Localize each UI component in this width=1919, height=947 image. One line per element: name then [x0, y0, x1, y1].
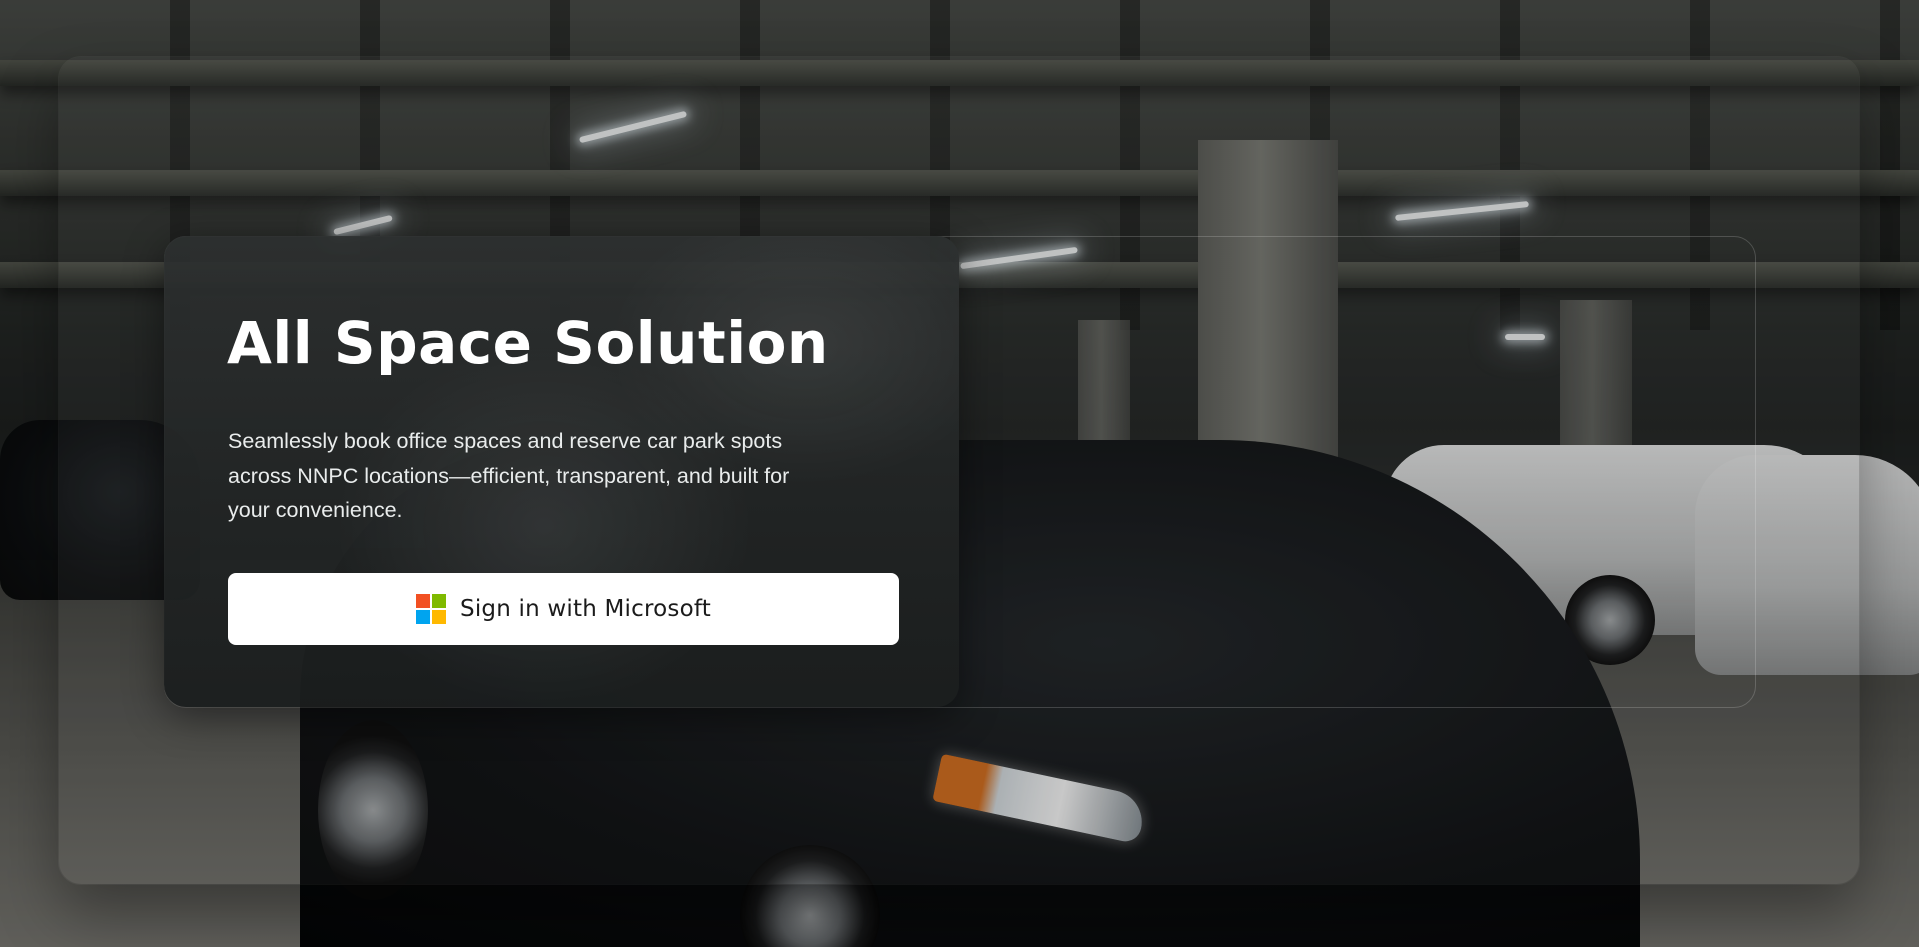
sign-in-microsoft-button[interactable]: Sign in with Microsoft	[228, 573, 899, 645]
login-card: All Space Solution Seamlessly book offic…	[164, 236, 959, 707]
page-description: Seamlessly book office spaces and reserv…	[228, 429, 790, 522]
page-title: All Space Solution	[227, 309, 829, 377]
sign-in-label: Sign in with Microsoft	[460, 596, 711, 622]
microsoft-logo-icon	[416, 594, 447, 624]
